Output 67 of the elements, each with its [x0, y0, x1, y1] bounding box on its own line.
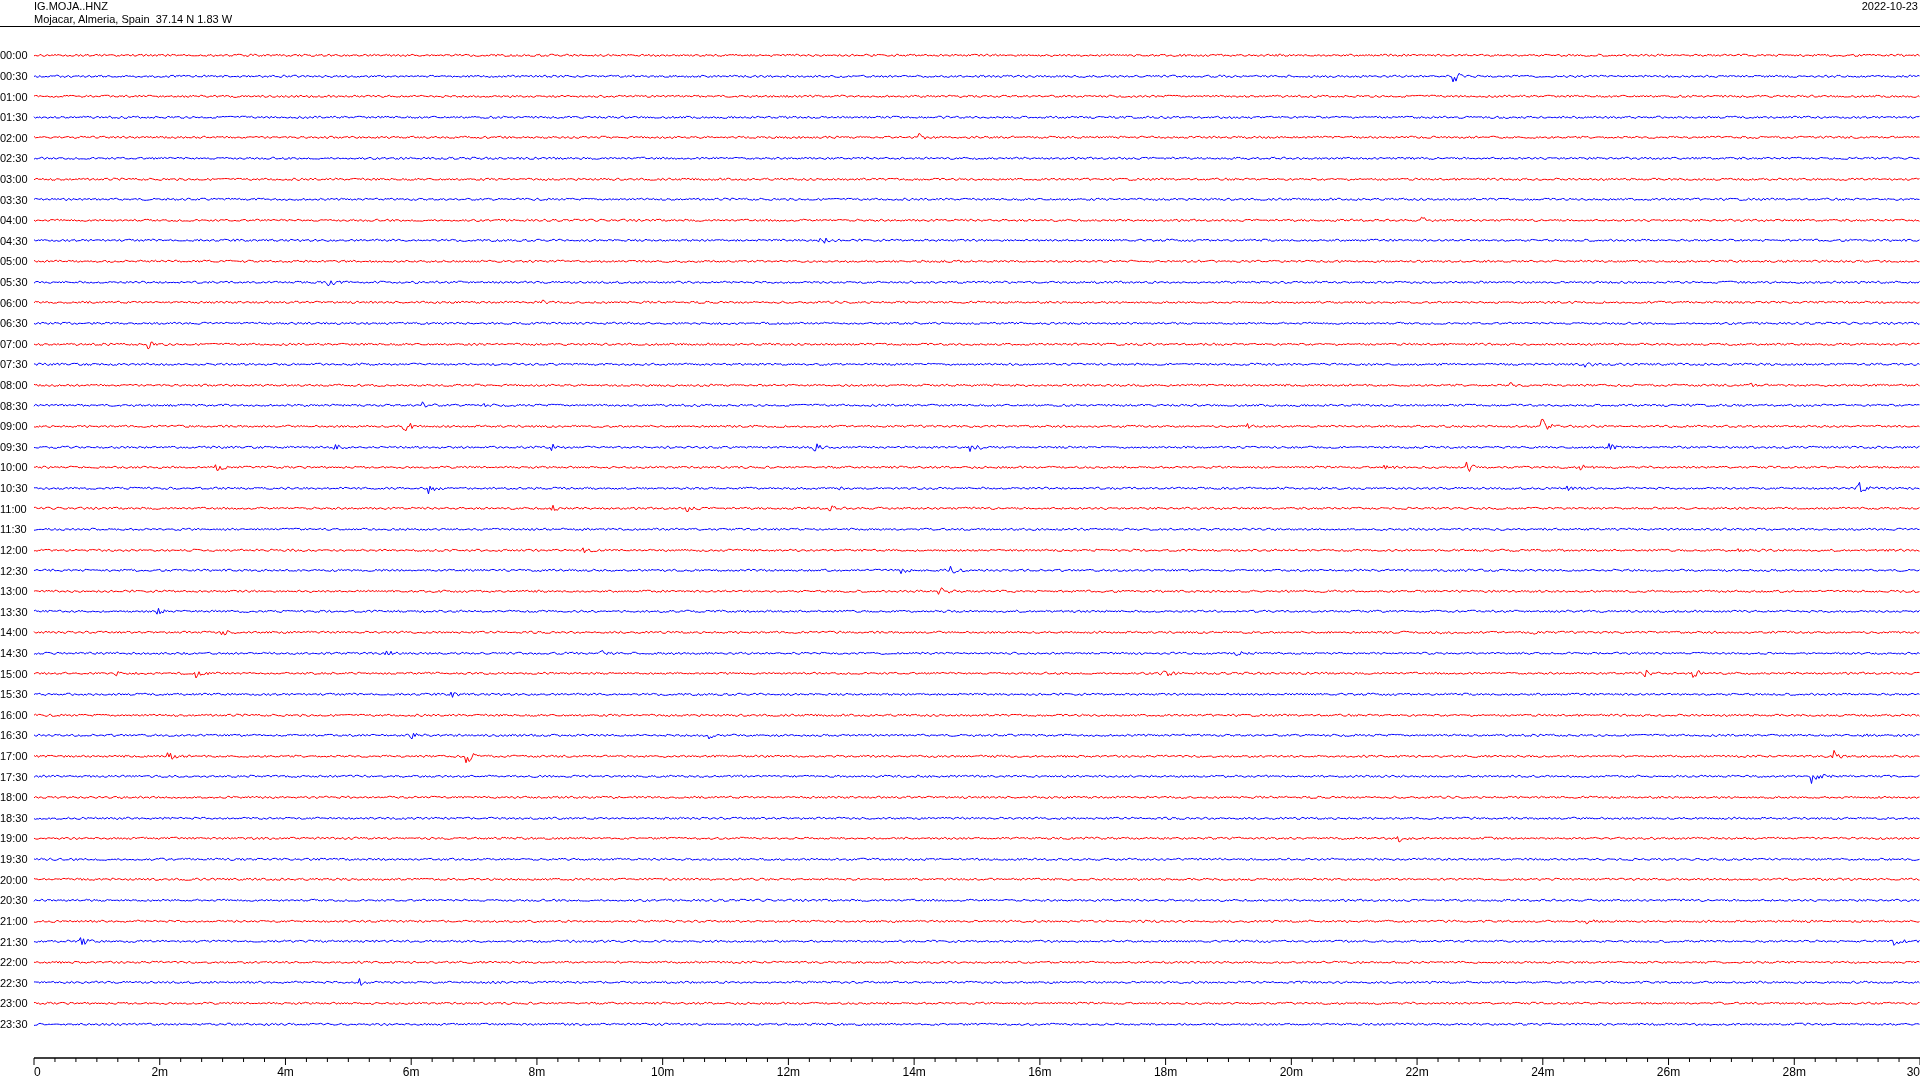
station-code: IG.MOJA..HNZ [34, 0, 109, 13]
time-label: 21:00 [0, 914, 29, 927]
time-label: 22:30 [0, 976, 29, 989]
time-label: 02:30 [0, 152, 29, 165]
time-label: 06:30 [0, 317, 29, 330]
time-label: 19:00 [0, 832, 29, 845]
time-label: 03:00 [0, 172, 29, 185]
time-label: 00:30 [0, 69, 29, 82]
time-label: 16:00 [0, 708, 29, 721]
time-label: 20:00 [0, 873, 29, 886]
time-label: 02:00 [0, 131, 29, 144]
time-label: 14:00 [0, 626, 29, 639]
tick-label: 12m [776, 1065, 801, 1080]
time-label: 18:00 [0, 791, 29, 804]
time-label: 03:30 [0, 193, 29, 206]
tick-label: 2m [151, 1065, 169, 1080]
time-label: 20:30 [0, 894, 29, 907]
time-label: 15:30 [0, 688, 29, 701]
tick-label: 26m [1656, 1065, 1681, 1080]
tick-label: 22m [1405, 1065, 1429, 1080]
time-label: 08:30 [0, 399, 29, 412]
time-label: 22:00 [0, 956, 29, 969]
tick-label: 0 [34, 1065, 41, 1080]
time-label: 10:30 [0, 482, 29, 495]
time-label: 07:30 [0, 358, 29, 371]
time-label: 19:30 [0, 853, 29, 866]
time-label: 12:30 [0, 564, 29, 577]
time-label: 01:30 [0, 111, 29, 124]
tick-label: 28m [1782, 1065, 1806, 1080]
tick-label: 20m [1279, 1065, 1303, 1080]
tick-label: 4m [277, 1065, 294, 1080]
time-label: 06:00 [0, 296, 29, 309]
tick-label: 10m [651, 1065, 675, 1080]
time-label: 08:00 [0, 379, 29, 392]
time-label: 12:00 [0, 543, 29, 556]
time-label: 18:30 [0, 811, 29, 824]
time-label: 23:30 [0, 1017, 29, 1030]
time-label: 21:30 [0, 935, 29, 948]
tick-label: 8m [528, 1065, 546, 1080]
tick-label: 24m [1531, 1065, 1555, 1080]
time-label: 01:00 [0, 90, 29, 103]
time-label: 11:30 [0, 523, 28, 536]
time-label: 05:30 [0, 276, 29, 288]
time-label: 09:30 [0, 440, 29, 453]
time-label: 00:00 [0, 49, 29, 62]
time-label: 23:00 [0, 997, 29, 1010]
tick-label: 18m [1153, 1065, 1178, 1080]
time-label: 10:00 [0, 461, 29, 474]
time-label: 05:00 [0, 255, 29, 268]
tick-label: 30 [1906, 1065, 1920, 1080]
time-label: 07:00 [0, 337, 29, 350]
time-label: 13:00 [0, 585, 29, 598]
station-location: Mojacar, Almeria, Spain 37.14 N 1.83 W [34, 13, 233, 26]
time-label: 16:30 [0, 729, 29, 742]
tick-label: 14m [902, 1065, 926, 1080]
record-date: 2022-10-23 [1861, 0, 1918, 14]
time-label: 17:30 [0, 770, 29, 783]
time-label: 11:00 [0, 502, 28, 515]
time-label: 17:00 [0, 750, 29, 762]
time-label: 14:30 [0, 646, 29, 659]
tick-label: 16m [1028, 1065, 1052, 1080]
time-label: 09:00 [0, 420, 29, 433]
time-label: 04:30 [0, 234, 29, 247]
tick-label: 6m [402, 1065, 420, 1080]
time-label: 15:00 [0, 667, 29, 680]
time-label: 04:00 [0, 214, 29, 227]
time-label: 13:30 [0, 605, 29, 618]
